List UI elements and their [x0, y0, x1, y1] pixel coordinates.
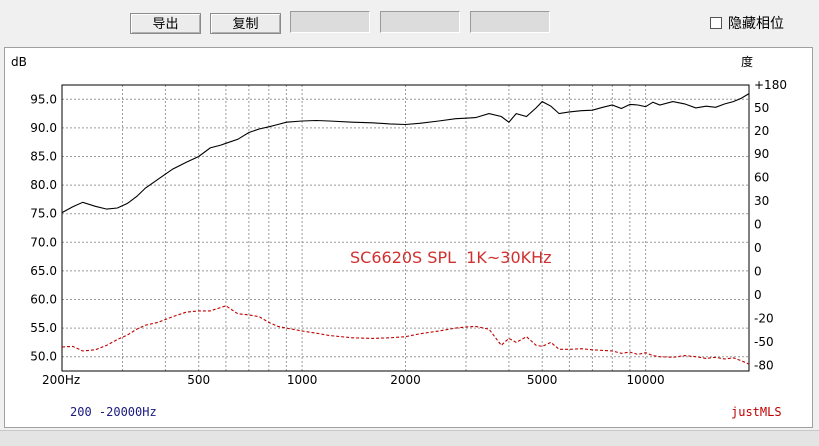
y-tick-label: 85.0: [30, 150, 57, 164]
y-tick-label: 55.0: [30, 321, 57, 335]
y-tick-label: 80.0: [30, 178, 57, 192]
y2-tick-label: 20: [754, 124, 769, 138]
bottom-status-bar: [0, 430, 819, 446]
hide-phase-checkbox[interactable]: [710, 17, 722, 29]
y2-tick-label: -50: [754, 335, 774, 349]
brand-label: justMLS: [731, 405, 782, 419]
x-tick-label: 1000: [287, 373, 318, 387]
readout-field-1: [290, 11, 370, 33]
chart-panel: dB 度 SC6620S SPL 1K~30KHz 200 -20000Hz j…: [4, 47, 813, 428]
y2-tick-label: 0: [754, 241, 762, 255]
x-tick-label: 500: [187, 373, 210, 387]
y2-tick-label: 0: [754, 218, 762, 232]
y2-tick-label: -20: [754, 311, 774, 325]
y-tick-label: 90.0: [30, 121, 57, 135]
x-tick-label: 200Hz: [42, 373, 80, 387]
hide-phase-toggle[interactable]: 隐藏相位: [710, 13, 784, 33]
y2-tick-label: -80: [754, 358, 774, 372]
y-tick-label: 50.0: [30, 350, 57, 364]
y2-tick-label: 0: [754, 288, 762, 302]
copy-button[interactable]: 复制: [210, 13, 281, 34]
plot-area-frame: [61, 84, 750, 372]
readout-field-3: [470, 11, 550, 33]
y2-tick-label: 60: [754, 171, 769, 185]
y2-tick-label: 50: [754, 101, 769, 115]
y-tick-label: 75.0: [30, 207, 57, 221]
export-button[interactable]: 导出: [130, 13, 201, 34]
x-tick-label: 10000: [627, 373, 665, 387]
hide-phase-label: 隐藏相位: [728, 16, 784, 32]
spl-frequency-chart: dB 度 SC6620S SPL 1K~30KHz 200 -20000Hz j…: [11, 54, 787, 419]
y2-tick-label: 90: [754, 147, 769, 161]
x-tick-label: 5000: [527, 373, 558, 387]
chart-annotation: SC6620S SPL 1K~30KHz: [350, 248, 552, 267]
x-tick-label: 2000: [390, 373, 421, 387]
y-tick-label: 95.0: [30, 92, 57, 106]
y-axis-label: dB: [11, 55, 27, 69]
y2-tick-label: +180: [754, 78, 787, 92]
frequency-range-label: 200 -20000Hz: [70, 405, 157, 419]
y2-axis-label: 度: [741, 54, 753, 69]
y-tick-label: 65.0: [30, 264, 57, 278]
y2-tick-label: 0: [754, 264, 762, 278]
y-tick-label: 60.0: [30, 293, 57, 307]
readout-field-2: [380, 11, 460, 33]
y-tick-label: 70.0: [30, 235, 57, 249]
y2-tick-label: 30: [754, 194, 769, 208]
